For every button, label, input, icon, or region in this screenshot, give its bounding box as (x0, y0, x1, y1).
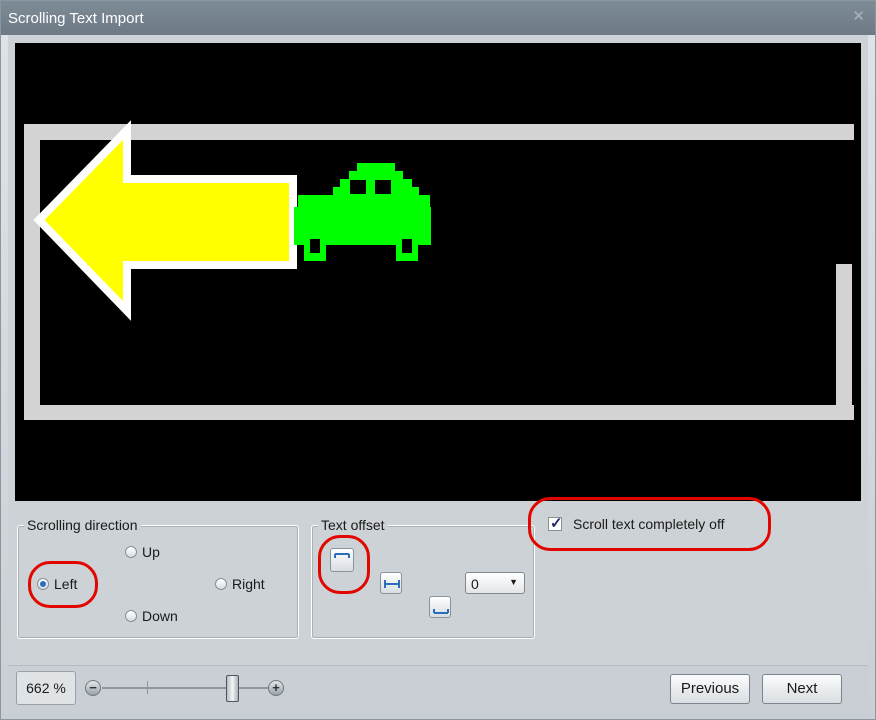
radio-left-label: Left (54, 576, 78, 592)
close-icon[interactable]: ✕ (852, 9, 865, 25)
radio-right-label: Right (232, 576, 265, 592)
checkmark-icon: ✓ (550, 515, 563, 532)
offset-top-button[interactable] (330, 548, 354, 572)
radio-up[interactable]: Up (125, 544, 160, 560)
offset-value: 0 (471, 576, 479, 592)
dropdown-arrow-icon: ▼ (509, 577, 518, 587)
car-graphic (294, 163, 431, 261)
align-bottom-icon (433, 609, 449, 614)
scroll-off-label: Scroll text completely off (573, 516, 725, 532)
zoom-in-button[interactable]: + (268, 680, 284, 696)
radio-left-indicator[interactable] (37, 578, 49, 590)
align-top-icon (334, 553, 350, 558)
radio-up-label: Up (142, 544, 160, 560)
radio-down[interactable]: Down (125, 608, 178, 624)
window-title: Scrolling Text Import (8, 10, 144, 27)
scroll-preview (15, 43, 861, 501)
offset-value-select[interactable]: 0 ▼ (465, 572, 525, 594)
scroll-off-checkbox[interactable]: ✓ (548, 515, 563, 532)
zoom-out-button[interactable]: − (85, 680, 101, 696)
zoom-slider-track[interactable] (102, 687, 268, 689)
frame-left (24, 124, 40, 420)
text-offset-label: Text offset (318, 517, 388, 533)
radio-right-indicator[interactable] (215, 578, 227, 590)
align-middle-icon (384, 580, 400, 588)
frame-right (836, 264, 852, 420)
offset-bottom-button[interactable] (429, 596, 451, 618)
scrolling-direction-label: Scrolling direction (24, 517, 141, 533)
display-frame (24, 124, 854, 420)
radio-down-label: Down (142, 608, 178, 624)
frame-bottom (24, 405, 854, 420)
zoom-level: 662 % (16, 671, 76, 705)
preview-canvas (24, 120, 854, 420)
radio-up-indicator[interactable] (125, 546, 137, 558)
dialog-window: Scrolling Text Import ✕ Scrolling direct… (0, 0, 876, 720)
zoom-slider-thumb[interactable] (226, 675, 239, 702)
zoom-slider-tick (147, 681, 148, 694)
title-bar: Scrolling Text Import ✕ (1, 1, 875, 35)
radio-down-indicator[interactable] (125, 610, 137, 622)
left-arrow-graphic (33, 120, 297, 321)
frame-top (24, 124, 854, 140)
next-button[interactable]: Next (762, 674, 842, 704)
radio-left[interactable]: Left (37, 576, 77, 592)
radio-right[interactable]: Right (215, 576, 265, 592)
previous-button[interactable]: Previous (670, 674, 750, 704)
offset-middle-button[interactable] (380, 572, 402, 594)
